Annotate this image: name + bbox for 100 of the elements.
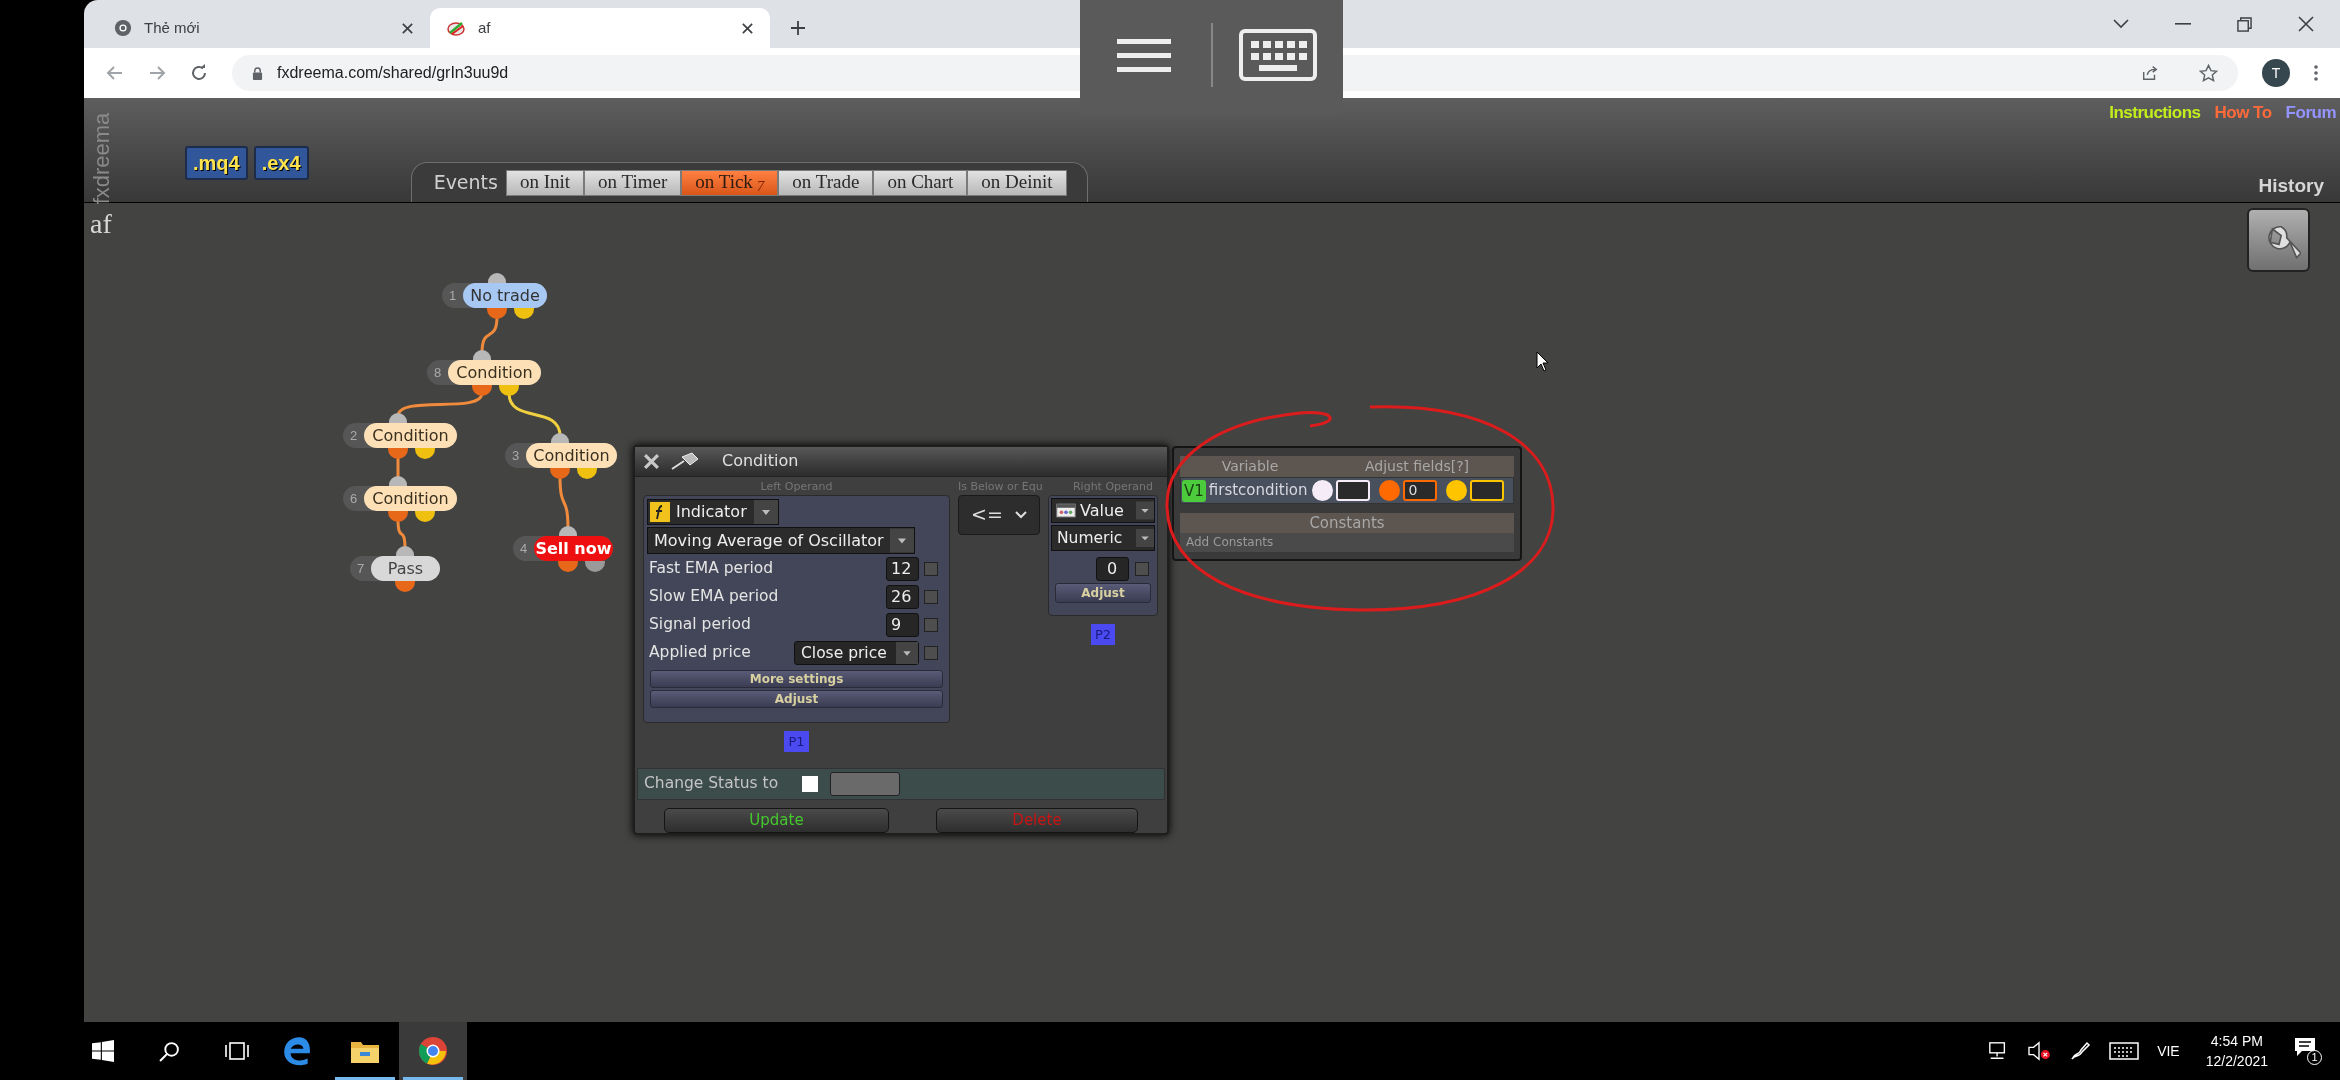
export-button[interactable]: .mq4: [185, 146, 248, 180]
event-tab[interactable]: on Deinit: [967, 169, 1067, 196]
input-port[interactable]: [396, 546, 414, 556]
output-port[interactable]: [487, 308, 507, 319]
operator-dropdown[interactable]: <=: [958, 494, 1040, 535]
event-tab[interactable]: on Init: [505, 169, 585, 196]
search-icon[interactable]: [159, 1040, 180, 1062]
tab-title: af: [478, 17, 492, 38]
browser-tab[interactable]: af: [430, 8, 770, 48]
events-label: Events: [433, 170, 498, 196]
language-indicator[interactable]: VIE: [2157, 1040, 2180, 1062]
output-port[interactable]: [558, 561, 578, 572]
checkbox[interactable]: [924, 561, 938, 576]
task-view-icon[interactable]: [225, 1041, 249, 1061]
event-tab[interactable]: on Timer: [584, 169, 682, 196]
diagram-node[interactable]: 4 Sell now: [513, 536, 613, 561]
windows-start-icon[interactable]: [92, 1040, 114, 1062]
panel-button[interactable]: Adjust: [650, 689, 943, 708]
input-port[interactable]: [488, 273, 506, 283]
diagram-node[interactable]: 2 Condition: [343, 423, 457, 448]
minimize-icon[interactable]: [2175, 23, 2191, 25]
column-header: Variable: [1220, 457, 1280, 476]
dialog-button[interactable]: Update: [664, 808, 889, 833]
oscillator-dropdown[interactable]: Moving Average of Oscillator: [647, 526, 915, 554]
output-port[interactable]: [388, 448, 408, 459]
keyboard-icon[interactable]: [1239, 28, 1317, 81]
chevron-icon: [1014, 510, 1027, 519]
input-port[interactable]: [389, 476, 407, 486]
input-port[interactable]: [473, 350, 491, 360]
input-port[interactable]: [551, 433, 569, 443]
checkbox[interactable]: [802, 775, 819, 792]
output-port[interactable]: [514, 308, 534, 319]
clock-date[interactable]: 12/2/2021: [2205, 1051, 2268, 1071]
tab-search-icon[interactable]: [2113, 19, 2129, 29]
panel-button[interactable]: More settings: [650, 669, 943, 688]
status-input[interactable]: [830, 771, 901, 796]
reload-icon[interactable]: [190, 64, 208, 82]
node-label: Condition: [448, 360, 541, 385]
close-icon[interactable]: [741, 21, 754, 35]
field-input[interactable]: 0: [1403, 480, 1438, 501]
clock-time[interactable]: 4:54 PM: [2210, 1031, 2263, 1051]
input-port[interactable]: [559, 526, 577, 536]
output-port[interactable]: [395, 581, 415, 592]
header-link[interactable]: Instructions: [2109, 100, 2201, 126]
output-port[interactable]: [585, 561, 605, 572]
value-icon: [1056, 502, 1076, 518]
input-port[interactable]: [389, 413, 407, 423]
checkbox[interactable]: [924, 617, 938, 632]
checkbox[interactable]: [924, 645, 938, 660]
event-tab[interactable]: on Chart: [873, 169, 968, 196]
browser-tab[interactable]: Thẻ mới: [98, 8, 430, 48]
restore-icon[interactable]: [2237, 16, 2252, 32]
operand-type-dropdown[interactable]: Value: [1051, 497, 1155, 523]
output-port[interactable]: [415, 511, 435, 522]
field-input[interactable]: [1470, 480, 1505, 501]
node-number: 7: [355, 559, 366, 578]
star-icon[interactable]: [2199, 63, 2218, 83]
share-icon[interactable]: [2141, 64, 2159, 82]
param-label: Slow EMA period: [649, 585, 780, 607]
notification-button[interactable]: 1: [2294, 1037, 2322, 1065]
node-number: 2: [348, 426, 359, 445]
node-label: Condition: [364, 423, 457, 448]
new-tab-icon[interactable]: [790, 20, 806, 36]
close-icon[interactable]: [2298, 16, 2314, 32]
output-port[interactable]: [577, 468, 597, 479]
history-link[interactable]: History: [2258, 171, 2324, 200]
close-icon[interactable]: [401, 21, 414, 35]
checkbox[interactable]: [924, 589, 938, 604]
profile-avatar[interactable]: T: [2262, 59, 2290, 87]
panel-button[interactable]: Adjust: [1055, 582, 1151, 603]
param-input[interactable]: 26: [886, 584, 919, 609]
diagram-node[interactable]: 8 Condition: [427, 360, 541, 385]
output-port[interactable]: [388, 511, 408, 522]
param-dropdown[interactable]: Close price: [794, 640, 919, 665]
event-tab[interactable]: on Trade: [778, 169, 874, 196]
diagram-node[interactable]: 7 Pass: [350, 556, 440, 581]
operand-type-dropdown[interactable]: Indicator: [647, 498, 779, 525]
param-input[interactable]: 12: [886, 556, 919, 581]
volume-muted-icon[interactable]: [2027, 1041, 2052, 1061]
menu-icon[interactable]: [2314, 65, 2318, 81]
diagram-node[interactable]: 6 Condition: [343, 486, 457, 511]
subtype-dropdown[interactable]: Numeric: [1051, 524, 1155, 551]
event-tab[interactable]: on Tick 7: [681, 169, 779, 196]
variable-name: firstcondition: [1208, 480, 1308, 502]
pin-icon[interactable]: [670, 451, 700, 472]
tools-button[interactable]: [2247, 208, 2310, 272]
value-input[interactable]: 0: [1095, 556, 1129, 581]
diagram-node[interactable]: 1 No trade: [442, 283, 547, 308]
checkbox[interactable]: [1134, 561, 1149, 576]
output-port[interactable]: [499, 385, 519, 396]
param-input[interactable]: 9: [886, 612, 919, 637]
taskbar-app[interactable]: [399, 1022, 467, 1080]
output-port[interactable]: [550, 468, 570, 479]
output-port[interactable]: [415, 448, 435, 459]
param-label: Fast EMA period: [649, 557, 775, 579]
export-button[interactable]: .ex4: [253, 146, 309, 180]
output-port[interactable]: [472, 385, 492, 396]
diagram-node[interactable]: 3 Condition: [505, 443, 617, 468]
pen-icon[interactable]: [2069, 1040, 2092, 1062]
variable-row[interactable]: V1 firstcondition 0: [1180, 477, 1514, 504]
